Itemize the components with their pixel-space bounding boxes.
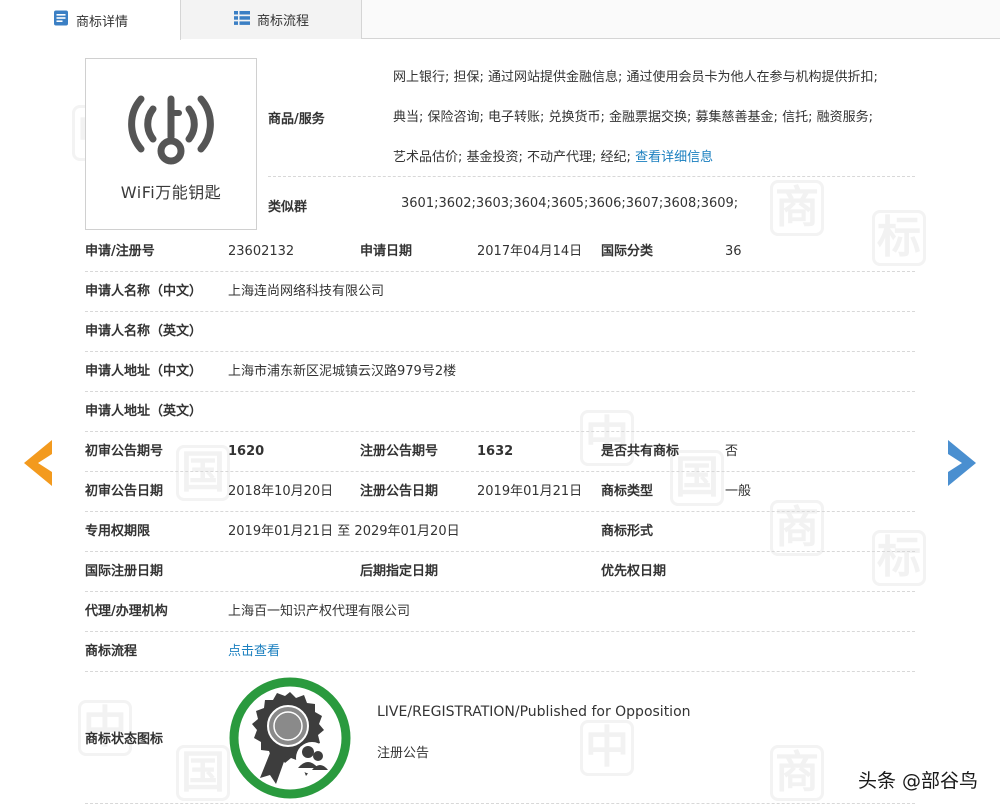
apply-date-label: 申请日期 — [360, 244, 413, 259]
list-icon — [233, 9, 251, 31]
next-arrow-icon[interactable] — [946, 438, 980, 488]
tm-type-value: 一般 — [725, 484, 752, 499]
tab-label: 商标详情 — [75, 14, 128, 30]
status-label: 商标状态图标 — [85, 732, 164, 747]
registered-badge-icon — [229, 677, 351, 799]
address-cn-value: 上海市浦东新区泥城镇云汉路979号2楼 — [228, 364, 457, 379]
flow-label: 商标流程 — [85, 644, 138, 659]
wifi-key-icon — [128, 95, 214, 165]
status-chinese: 注册公告 — [377, 746, 430, 761]
detail-row: 申请人名称（英文） — [85, 312, 915, 352]
similar-group-label: 类似群 — [268, 200, 308, 215]
apply-date-value: 2017年04月14日 — [477, 244, 583, 259]
document-icon — [52, 9, 70, 31]
applicant-cn-value: 上海连尚网络科技有限公司 — [228, 284, 385, 299]
source-watermark: 头条 @部谷鸟 — [857, 770, 978, 792]
detail-row: 申请人地址（英文） — [85, 392, 915, 432]
priority-date-label: 优先权日期 — [601, 564, 667, 579]
shared-value: 否 — [725, 444, 739, 459]
reg-notice-date-value: 2019年01月21日 — [477, 484, 583, 499]
detail-row: 初审公告日期 2018年10月20日 注册公告日期 2019年01月21日 商标… — [85, 472, 915, 512]
later-designation-label: 后期指定日期 — [360, 564, 439, 579]
detail-row: 申请人名称（中文） 上海连尚网络科技有限公司 — [85, 272, 915, 312]
reg-notice-date-label: 注册公告日期 — [360, 484, 439, 499]
reg-no-label: 申请/注册号 — [85, 244, 155, 259]
prelim-no-label: 初审公告期号 — [85, 444, 164, 459]
intl-class-label: 国际分类 — [601, 244, 654, 259]
prelim-no-value: 1620 — [228, 444, 265, 459]
status-english: LIVE/REGISTRATION/Published for Oppositi… — [377, 704, 691, 720]
tab-bar: 商标详情 商标流程 — [0, 0, 1000, 40]
detail-row: 专用权期限 2019年01月21日 至 2029年01月20日 商标形式 — [85, 512, 915, 552]
applicant-cn-label: 申请人名称（中文） — [85, 284, 203, 299]
view-details-link[interactable]: 查看详细信息 — [635, 150, 713, 165]
exclusive-label: 专用权期限 — [85, 524, 151, 539]
address-en-label: 申请人地址（英文） — [85, 404, 203, 419]
tm-form-label: 商标形式 — [601, 524, 654, 539]
reg-no-value: 23602132 — [228, 244, 295, 259]
prelim-date-label: 初审公告日期 — [85, 484, 164, 499]
goods-line: 艺术品估价; 基金投资; 不动产代理; 经纪; 查看详细信息 — [393, 138, 915, 178]
view-flow-link[interactable]: 点击查看 — [228, 632, 280, 672]
tab-trademark-detail[interactable]: 商标详情 — [0, 0, 181, 40]
agent-value: 上海百一知识产权代理有限公司 — [228, 604, 411, 619]
detail-row: 申请/注册号 23602132 申请日期 2017年04月14日 国际分类 36 — [85, 232, 915, 272]
goods-label: 商品/服务 — [268, 112, 325, 127]
shared-label: 是否共有商标 — [601, 444, 680, 459]
status-row: 商标状态图标 LIVE/REGISTRATION/Published for O… — [85, 672, 915, 804]
watermark-char: 商 — [770, 180, 824, 236]
goods-list: 网上银行; 担保; 通过网站提供金融信息; 通过使用会员卡为他人在参与机构提供折… — [393, 58, 915, 178]
intl-class-value: 36 — [725, 244, 742, 259]
exclusive-value: 2019年01月21日 至 2029年01月20日 — [228, 524, 460, 539]
previous-arrow-icon[interactable] — [20, 438, 54, 488]
goods-line-text: 艺术品估价; 基金投资; 不动产代理; 经纪; — [393, 150, 636, 165]
tm-type-label: 商标类型 — [601, 484, 654, 499]
detail-row: 商标流程 点击查看 — [85, 632, 915, 672]
intl-reg-label: 国际注册日期 — [85, 564, 164, 579]
reg-notice-no-label: 注册公告期号 — [360, 444, 439, 459]
agent-label: 代理/办理机构 — [85, 604, 168, 619]
address-cn-label: 申请人地址（中文） — [85, 364, 203, 379]
similar-group-value: 3601;3602;3603;3604;3605;3606;3607;3608;… — [401, 196, 739, 211]
detail-row: 申请人地址（中文） 上海市浦东新区泥城镇云汉路979号2楼 — [85, 352, 915, 392]
divider — [268, 176, 915, 177]
tab-trademark-flow[interactable]: 商标流程 — [181, 0, 362, 39]
applicant-en-label: 申请人名称（英文） — [85, 324, 203, 339]
prelim-date-value: 2018年10月20日 — [228, 484, 334, 499]
logo-text: WiFi万能钥匙 — [120, 183, 222, 202]
reg-notice-no-value: 1632 — [477, 444, 514, 459]
trademark-logo: WiFi万能钥匙 — [85, 58, 257, 230]
tab-label: 商标流程 — [256, 14, 309, 29]
goods-line: 典当; 保险咨询; 电子转账; 兑换货币; 金融票据交换; 募集慈善基金; 信托… — [393, 110, 873, 125]
detail-row: 代理/办理机构 上海百一知识产权代理有限公司 — [85, 592, 915, 632]
detail-row: 国际注册日期 后期指定日期 优先权日期 — [85, 552, 915, 592]
goods-line: 网上银行; 担保; 通过网站提供金融信息; 通过使用会员卡为他人在参与机构提供折… — [393, 70, 878, 85]
detail-row: 初审公告期号 1620 注册公告期号 1632 是否共有商标 否 — [85, 432, 915, 472]
